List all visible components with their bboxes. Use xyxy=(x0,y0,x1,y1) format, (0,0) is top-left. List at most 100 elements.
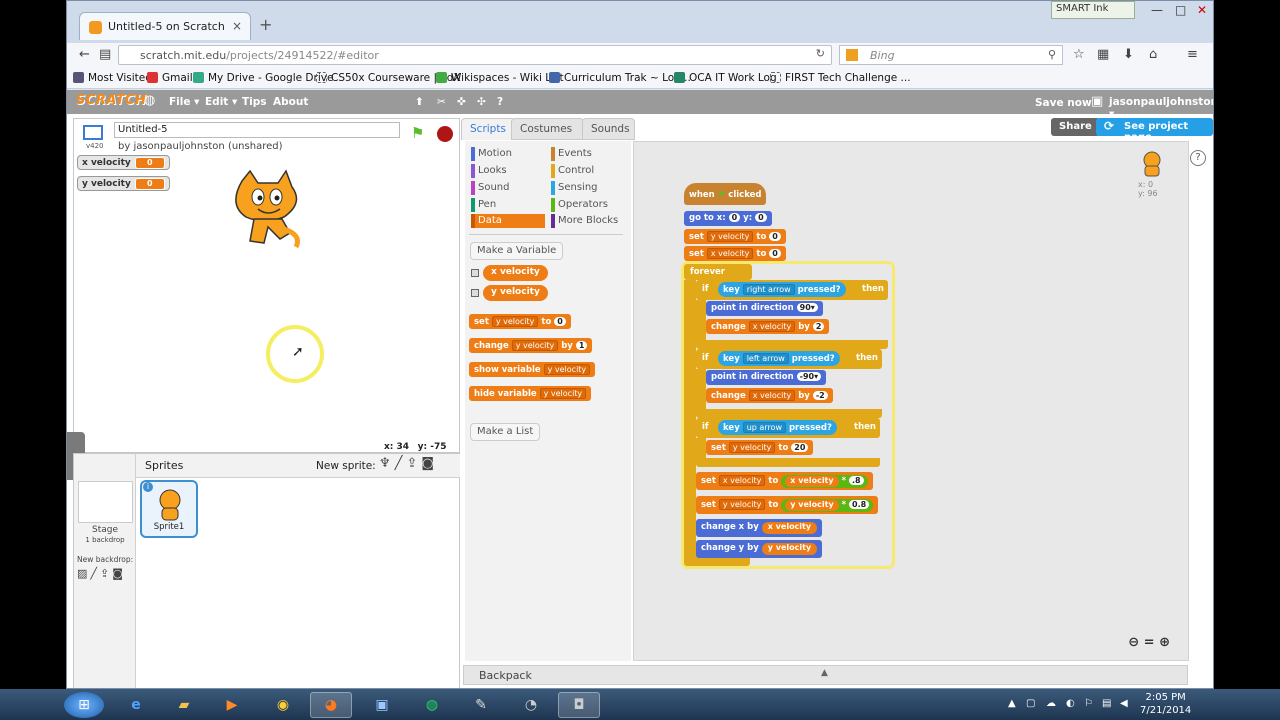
zoom-out-icon[interactable]: ⊖ xyxy=(1128,635,1139,650)
network-icon[interactable]: ▤ xyxy=(1102,698,1111,709)
maximize-icon[interactable]: □ xyxy=(1175,3,1186,17)
backpack-bar[interactable]: Backpack ▲ xyxy=(463,665,1188,685)
paint-sprite-icon[interactable]: ╱ xyxy=(395,456,407,471)
checkbox-y-velocity[interactable] xyxy=(471,289,479,297)
minimize-icon[interactable]: — xyxy=(1151,3,1163,17)
point-direction-90-block[interactable]: point in direction 90▾ xyxy=(706,301,823,316)
scripts-area[interactable]: when ⚑ clicked go to x: 0 y: 0 set y vel… xyxy=(633,141,1206,661)
smart-board-taskbar-icon[interactable]: ◘ xyxy=(558,692,600,718)
fullscreen-icon[interactable] xyxy=(83,125,103,140)
start-button[interactable]: ⊞ xyxy=(64,692,104,718)
upload-backdrop-icon[interactable]: ⇪ xyxy=(100,567,112,580)
set-x-velocity-multiply-block[interactable]: set x velocity to x velocity * .8 xyxy=(696,472,873,490)
cat-sprite-icon[interactable] xyxy=(224,169,310,255)
tab-scripts[interactable]: Scripts xyxy=(461,118,515,140)
shrink-icon[interactable]: ✣ xyxy=(477,96,486,108)
tray-icon-4[interactable]: ⚐ xyxy=(1084,698,1093,709)
category-sensing[interactable]: Sensing xyxy=(551,181,629,195)
close-window-icon[interactable]: ✕ xyxy=(1197,3,1207,17)
see-project-page-button[interactable]: ⟳ See project page xyxy=(1096,118,1213,143)
tab-costumes[interactable]: Costumes xyxy=(511,118,584,140)
smart-notebook-taskbar-icon[interactable]: ◔ xyxy=(510,692,552,718)
smart-taskbar-icon[interactable]: ✎ xyxy=(460,692,502,718)
bookmark-gmail[interactable]: Gmail xyxy=(147,72,193,84)
upload-sprite-icon[interactable]: ⇪ xyxy=(406,456,421,471)
firefox-taskbar-icon[interactable]: ◕ xyxy=(310,692,352,718)
save-now-link[interactable]: Save now xyxy=(1035,97,1092,109)
bookmark-star-icon[interactable]: ☆ xyxy=(1073,47,1085,62)
camera-sprite-icon[interactable]: ◙ xyxy=(421,456,438,471)
tray-icon-3[interactable]: ◐ xyxy=(1066,698,1075,709)
tray-expand-icon[interactable]: ▲ xyxy=(1008,698,1016,709)
stop-icon[interactable] xyxy=(437,126,453,142)
project-title-input[interactable]: Untitled-5 xyxy=(114,122,400,138)
sprite-thumbnail[interactable]: i Sprite1 xyxy=(140,480,198,538)
make-list-button[interactable]: Make a List xyxy=(470,423,541,441)
set-x-velocity-block[interactable]: set x velocity to 0 xyxy=(684,246,786,261)
search-box[interactable]: Bing ⚲ xyxy=(839,45,1063,65)
menu-icon[interactable]: ≡ xyxy=(1187,47,1198,62)
system-clock[interactable]: 2:05 PM 7/21/2014 xyxy=(1140,691,1191,717)
palette-hide-variable-block[interactable]: hide variable y velocity xyxy=(469,386,592,401)
download-icon[interactable]: ⬇ xyxy=(1123,47,1134,62)
category-more-blocks[interactable]: More Blocks xyxy=(551,214,629,228)
tray-icon-2[interactable]: ☁ xyxy=(1046,698,1056,709)
green-flag-icon[interactable]: ⚑ xyxy=(411,124,424,142)
media-taskbar-icon[interactable]: ▶ xyxy=(211,692,253,718)
palette-change-block[interactable]: change y velocity by 1 xyxy=(469,338,593,353)
zoom-in-icon[interactable]: ⊕ xyxy=(1159,635,1170,650)
bookmark-wikispaces[interactable]: Wikispaces - Wiki List xyxy=(436,72,564,84)
history-icon[interactable]: ▤ xyxy=(99,47,111,62)
point-direction-neg90-block[interactable]: point in direction -90▾ xyxy=(706,370,827,385)
share-button[interactable]: Share xyxy=(1051,118,1100,136)
bookmark-google-drive[interactable]: My Drive - Google Drive xyxy=(193,72,333,84)
edit-menu[interactable]: Edit ▾ xyxy=(205,96,237,108)
bookmark-oca-it[interactable]: OCA IT Work Log xyxy=(674,72,777,84)
help-circle-icon[interactable]: ? xyxy=(1190,150,1206,166)
grow-icon[interactable]: ✜ xyxy=(457,96,466,108)
bookmark-curriculum-trak[interactable]: Curriculum Trak ~ Log... xyxy=(549,72,691,84)
volume-icon[interactable]: ◀ xyxy=(1120,698,1128,709)
explorer-taskbar-icon[interactable]: ▰ xyxy=(163,692,205,718)
about-menu[interactable]: About xyxy=(273,96,308,108)
monitor-y-velocity[interactable]: y velocity 0 xyxy=(77,176,170,191)
when-flag-clicked-block[interactable]: when ⚑ clicked xyxy=(684,183,767,205)
browser-tab[interactable]: Untitled-5 on Scratch × xyxy=(79,12,251,40)
tips-menu[interactable]: Tips xyxy=(242,96,267,108)
set-y-velocity-20-block[interactable]: set y velocity to 20 xyxy=(706,440,814,455)
library-sprite-icon[interactable]: ♆ xyxy=(379,456,395,471)
scratch-logo[interactable]: SCRATCH xyxy=(76,93,147,108)
palette-show-variable-block[interactable]: show variable y velocity xyxy=(469,362,596,377)
app-taskbar-icon[interactable]: ▣ xyxy=(361,692,403,718)
make-variable-button[interactable]: Make a Variable xyxy=(470,242,564,260)
smart-ink-toolbar[interactable]: SMART Ink xyxy=(1051,1,1135,19)
file-menu[interactable]: File ▾ xyxy=(169,96,199,108)
chrome-taskbar-icon[interactable]: ◉ xyxy=(262,692,304,718)
paint-backdrop-icon[interactable]: ▨ xyxy=(77,567,90,580)
language-globe-icon[interactable]: ◍ xyxy=(144,93,155,108)
category-motion[interactable]: Motion xyxy=(471,147,541,161)
category-events[interactable]: Events xyxy=(551,147,629,161)
bookmark-first-tech[interactable]: FIRST Tech Challenge ... xyxy=(770,72,911,84)
category-looks[interactable]: Looks xyxy=(471,164,541,178)
reporter-x-velocity[interactable]: x velocity xyxy=(483,265,548,281)
address-bar[interactable]: scratch.mit.edu/projects/24914522/#edito… xyxy=(118,45,832,65)
change-y-by-block[interactable]: change y by y velocity xyxy=(696,540,823,558)
duplicate-icon[interactable]: ⬆ xyxy=(415,96,424,108)
reporter-y-velocity[interactable]: y velocity xyxy=(483,285,548,301)
new-tab-button[interactable]: + xyxy=(259,15,272,34)
home-icon[interactable]: ⌂ xyxy=(1149,47,1157,62)
stage-thumbnail[interactable] xyxy=(78,481,133,523)
category-pen[interactable]: Pen xyxy=(471,198,541,212)
search-icon[interactable]: ⚲ xyxy=(1048,48,1056,61)
go-to-block[interactable]: go to x: 0 y: 0 xyxy=(684,211,772,226)
expand-arrow-icon[interactable]: ▲ xyxy=(821,668,828,678)
bookmark-most-visited[interactable]: Most Visited xyxy=(73,72,152,84)
tab-sounds[interactable]: Sounds xyxy=(582,118,635,140)
draw-backdrop-icon[interactable]: ╱ xyxy=(90,567,100,580)
delete-icon[interactable]: ✂ xyxy=(437,96,446,108)
back-icon[interactable]: ← xyxy=(79,47,90,62)
change-x-by-block[interactable]: change x by x velocity xyxy=(696,519,823,537)
key-right-arrow-pressed[interactable]: key right arrow pressed? xyxy=(718,282,846,297)
ie-taskbar-icon[interactable]: e xyxy=(115,692,157,718)
